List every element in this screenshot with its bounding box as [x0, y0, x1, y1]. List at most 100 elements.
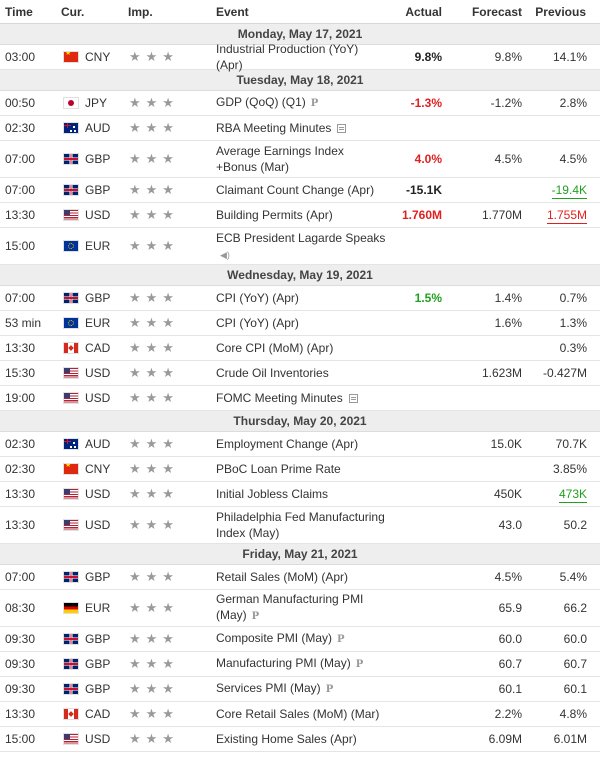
- flag-icon: [64, 123, 78, 133]
- previous-value[interactable]: -19.4K: [551, 183, 587, 199]
- event-row[interactable]: 13:30 CAD ★★★ Core Retail Sales (MoM) (Mar)…: [0, 702, 600, 727]
- event-row[interactable]: 07:00 GBP ★★★ CPI (YoY) (Apr) 1.5% 1.4% 0.7%: [0, 286, 600, 311]
- star-icon: ★★★: [129, 207, 179, 222]
- event-label[interactable]: Industrial Production (YoY) (Apr): [216, 42, 358, 72]
- event-label[interactable]: Services PMI (May): [216, 681, 321, 695]
- event-label[interactable]: Crude Oil Inventories: [216, 366, 329, 380]
- event-name[interactable]: Employment Change (Apr): [210, 436, 390, 452]
- event-label[interactable]: Building Permits (Apr): [216, 208, 333, 222]
- event-label[interactable]: Average Earnings Index +Bonus (Mar): [216, 144, 344, 174]
- event-name[interactable]: Core Retail Sales (MoM) (Mar): [210, 706, 390, 722]
- event-row[interactable]: 00:50 JPY ★★★ GDP (QoQ) (Q1) P -1.3% -1.2% 2.8%: [0, 91, 600, 116]
- event-label[interactable]: CPI (YoY) (Apr): [216, 291, 299, 305]
- header-previous[interactable]: Previous: [522, 5, 600, 19]
- event-label[interactable]: FOMC Meeting Minutes: [216, 391, 343, 405]
- event-name[interactable]: PBoC Loan Prime Rate: [210, 461, 390, 477]
- event-row[interactable]: 08:30 EUR ★★★ German Manufacturing PMI (May…: [0, 590, 600, 627]
- event-label[interactable]: Core Retail Sales (MoM) (Mar): [216, 707, 379, 721]
- header-actual[interactable]: Actual: [390, 5, 442, 19]
- event-row[interactable]: 15:00 EUR ★★★ ECB President Lagarde Speaks ◀…: [0, 228, 600, 265]
- event-label[interactable]: Employment Change (Apr): [216, 437, 358, 451]
- event-row[interactable]: 13:30 USD ★★★ Initial Jobless Claims 450K 473…: [0, 482, 600, 507]
- flag-icon: [64, 241, 78, 251]
- star-icon: ★★★: [129, 95, 179, 110]
- event-label[interactable]: Retail Sales (MoM) (Apr): [216, 570, 348, 584]
- previous-value[interactable]: 1.755M: [546, 208, 587, 224]
- event-name[interactable]: Building Permits (Apr): [210, 207, 390, 223]
- event-row[interactable]: 02:30 AUD ★★★ Employment Change (Apr) 15.0K 7…: [0, 432, 600, 457]
- event-label[interactable]: Manufacturing PMI (May): [216, 656, 351, 670]
- header-forecast[interactable]: Forecast: [442, 5, 522, 19]
- event-label[interactable]: GDP (QoQ) (Q1): [216, 95, 306, 109]
- previous-value: 6.01M: [553, 732, 587, 746]
- event-name[interactable]: CPI (YoY) (Apr): [210, 315, 390, 331]
- importance: ★★★: [128, 49, 210, 65]
- event-row[interactable]: 02:30 CNY ★★★ PBoC Loan Prime Rate 3.85%: [0, 457, 600, 482]
- event-name[interactable]: Claimant Count Change (Apr): [210, 182, 390, 198]
- event-previous: 60.7: [522, 657, 600, 671]
- flag-icon: [64, 603, 78, 613]
- event-name[interactable]: Philadelphia Fed Manufacturing Index (Ma…: [210, 509, 390, 541]
- header-event[interactable]: Event: [210, 4, 390, 20]
- event-label[interactable]: CPI (YoY) (Apr): [216, 316, 299, 330]
- event-name[interactable]: Average Earnings Index +Bonus (Mar): [210, 143, 390, 175]
- event-row[interactable]: 07:00 GBP ★★★ Average Earnings Index +Bonus…: [0, 141, 600, 178]
- header-time[interactable]: Time: [0, 5, 55, 19]
- flag-icon: [64, 439, 78, 449]
- event-name[interactable]: German Manufacturing PMI (May) P: [210, 591, 390, 625]
- event-name[interactable]: Crude Oil Inventories: [210, 365, 390, 381]
- event-row[interactable]: 13:30 CAD ★★★ Core CPI (MoM) (Apr) 0.3%: [0, 336, 600, 361]
- event-label[interactable]: Philadelphia Fed Manufacturing Index (Ma…: [216, 510, 385, 540]
- event-name[interactable]: Core CPI (MoM) (Apr): [210, 340, 390, 356]
- event-name[interactable]: Existing Home Sales (Apr): [210, 731, 390, 747]
- event-name[interactable]: Manufacturing PMI (May) P: [210, 655, 390, 673]
- event-label[interactable]: Initial Jobless Claims: [216, 487, 328, 501]
- event-row[interactable]: 07:00 GBP ★★★ Claimant Count Change (Apr) -1…: [0, 178, 600, 203]
- event-currency: GBP: [55, 632, 128, 646]
- event-name[interactable]: Industrial Production (YoY) (Apr): [210, 41, 390, 73]
- event-label[interactable]: German Manufacturing PMI (May): [216, 592, 363, 622]
- day-header: Wednesday, May 19, 2021: [0, 265, 600, 286]
- document-icon[interactable]: [337, 124, 347, 133]
- event-label[interactable]: RBA Meeting Minutes: [216, 121, 331, 135]
- speaker-icon[interactable]: ◀): [220, 247, 230, 263]
- previous-value[interactable]: 473K: [558, 487, 587, 503]
- event-row[interactable]: 19:00 USD ★★★ FOMC Meeting Minutes: [0, 386, 600, 411]
- event-label[interactable]: Core CPI (MoM) (Apr): [216, 341, 333, 355]
- event-name[interactable]: ECB President Lagarde Speaks ◀): [210, 230, 390, 263]
- event-name[interactable]: Initial Jobless Claims: [210, 486, 390, 502]
- event-label[interactable]: Claimant Count Change (Apr): [216, 183, 374, 197]
- event-name[interactable]: GDP (QoQ) (Q1) P: [210, 94, 390, 112]
- event-row[interactable]: 09:30 GBP ★★★ Manufacturing PMI (May) P 60.7 6…: [0, 652, 600, 677]
- star-icon: ★★★: [129, 600, 179, 615]
- currency-code: AUD: [85, 437, 111, 451]
- event-currency: JPY: [55, 96, 128, 110]
- event-row[interactable]: 09:30 GBP ★★★ Services PMI (May) P 60.1 60.1: [0, 677, 600, 702]
- event-name[interactable]: FOMC Meeting Minutes: [210, 390, 390, 406]
- event-row[interactable]: 09:30 GBP ★★★ Composite PMI (May) P 60.0 60.0: [0, 627, 600, 652]
- event-row[interactable]: 15:00 USD ★★★ Existing Home Sales (Apr) 6.09…: [0, 727, 600, 752]
- event-row[interactable]: 53 min EUR ★★★ CPI (YoY) (Apr) 1.6% 1.3%: [0, 311, 600, 336]
- event-label[interactable]: PBoC Loan Prime Rate: [216, 462, 341, 476]
- event-label[interactable]: ECB President Lagarde Speaks: [216, 231, 385, 245]
- event-name[interactable]: CPI (YoY) (Apr): [210, 290, 390, 306]
- event-name[interactable]: Retail Sales (MoM) (Apr): [210, 569, 390, 585]
- currency-code: EUR: [85, 239, 111, 253]
- event-name[interactable]: RBA Meeting Minutes: [210, 120, 390, 136]
- importance: ★★★: [128, 461, 210, 477]
- header-importance[interactable]: Imp.: [128, 5, 210, 19]
- event-row[interactable]: 15:30 USD ★★★ Crude Oil Inventories 1.623M -0…: [0, 361, 600, 386]
- event-row[interactable]: 13:30 USD ★★★ Building Permits (Apr) 1.760M 1…: [0, 203, 600, 228]
- event-name[interactable]: Services PMI (May) P: [210, 680, 390, 698]
- header-currency[interactable]: Cur.: [55, 5, 128, 19]
- flag-icon: [64, 185, 78, 195]
- event-row[interactable]: 13:30 USD ★★★ Philadelphia Fed Manufacturin…: [0, 507, 600, 544]
- event-label[interactable]: Composite PMI (May): [216, 631, 332, 645]
- event-name[interactable]: Composite PMI (May) P: [210, 630, 390, 648]
- event-time: 02:30: [5, 437, 36, 451]
- event-row[interactable]: 03:00 CNY ★★★ Industrial Production (YoY) (…: [0, 42, 600, 72]
- document-icon[interactable]: [348, 394, 358, 403]
- event-label[interactable]: Existing Home Sales (Apr): [216, 732, 357, 746]
- event-row[interactable]: 02:30 AUD ★★★ RBA Meeting Minutes: [0, 116, 600, 141]
- event-row[interactable]: 07:00 GBP ★★★ Retail Sales (MoM) (Apr) 4.5% 5…: [0, 565, 600, 590]
